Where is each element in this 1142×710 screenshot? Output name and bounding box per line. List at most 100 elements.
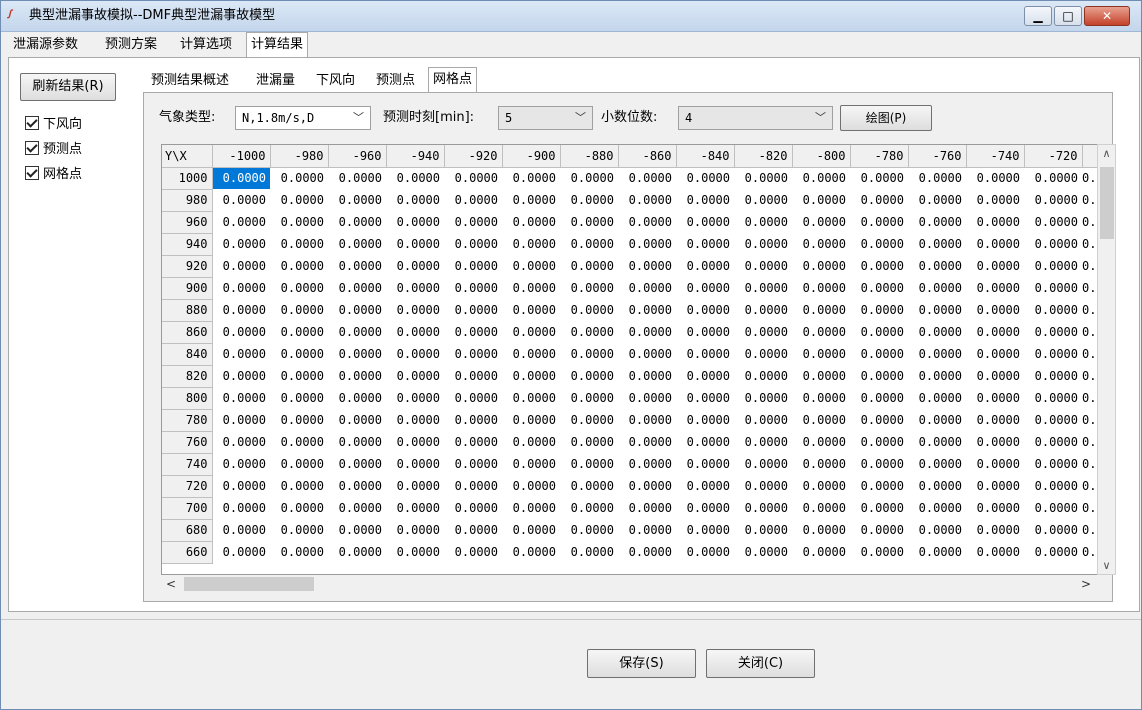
grid-cell[interactable]: 0.0000 bbox=[676, 431, 734, 453]
grid-cell[interactable]: 0.0000 bbox=[502, 475, 560, 497]
grid-cell[interactable]: 0.0000 bbox=[908, 233, 966, 255]
tab-prediction-plan[interactable]: 预测方案 bbox=[101, 35, 161, 57]
maximize-button[interactable]: □ bbox=[1054, 6, 1082, 26]
grid-cell[interactable]: 0.0000 bbox=[560, 409, 618, 431]
grid-cell[interactable]: 0.0000 bbox=[1024, 453, 1082, 475]
grid-cell[interactable]: 0.0000 bbox=[734, 321, 792, 343]
grid-cell[interactable]: 0.0000 bbox=[908, 541, 966, 563]
grid-cell[interactable]: 0.0000 bbox=[792, 233, 850, 255]
grid-cell[interactable]: 0.0000 bbox=[328, 343, 386, 365]
grid-cell[interactable]: 0.0000 bbox=[792, 431, 850, 453]
grid-cell[interactable]: 0.0000 bbox=[618, 409, 676, 431]
grid-cell[interactable]: 0.0000 bbox=[850, 211, 908, 233]
grid-cell[interactable]: 0.0000 bbox=[328, 453, 386, 475]
grid-cell[interactable]: 0.0000 bbox=[966, 519, 1024, 541]
subtab-leak-amount[interactable]: 泄漏量 bbox=[252, 70, 299, 92]
grid-cell[interactable]: 0.0000 bbox=[212, 475, 270, 497]
save-button[interactable]: 保存(S) bbox=[587, 649, 696, 678]
grid-cell[interactable]: 0.0000 bbox=[1024, 321, 1082, 343]
grid-cell[interactable]: 0.0000 bbox=[270, 233, 328, 255]
scroll-down-icon[interactable]: ∨ bbox=[1098, 559, 1115, 572]
grid-cell[interactable]: 0.0000 bbox=[676, 233, 734, 255]
grid-cell[interactable]: 0.0000 bbox=[1024, 387, 1082, 409]
grid-cell[interactable]: 0.0000 bbox=[734, 497, 792, 519]
grid-cell[interactable]: 0.0000 bbox=[908, 453, 966, 475]
grid-cell[interactable]: 0.0000 bbox=[966, 497, 1024, 519]
grid-cell[interactable]: 0.0000 bbox=[270, 321, 328, 343]
weather-type-select[interactable]: N,1.8m/s,D ﹀ bbox=[235, 106, 371, 130]
subtab-summary[interactable]: 预测结果概述 bbox=[147, 70, 233, 92]
grid-cell[interactable]: 0.0000 bbox=[850, 541, 908, 563]
grid-cell[interactable]: 0.0000 bbox=[212, 211, 270, 233]
grid-cell[interactable]: 0.0000 bbox=[560, 431, 618, 453]
grid-cell[interactable]: 0.0000 bbox=[850, 321, 908, 343]
grid-cell[interactable]: 0.0000 bbox=[560, 299, 618, 321]
grid-cell[interactable]: 0.0000 bbox=[908, 167, 966, 189]
column-header[interactable]: -880 bbox=[560, 145, 619, 168]
grid-cell[interactable]: 0.0000 bbox=[502, 299, 560, 321]
grid-cell[interactable]: 0.0000 bbox=[676, 255, 734, 277]
grid-cell[interactable]: 0.0000 bbox=[386, 365, 444, 387]
grid-cell[interactable]: 0.0000 bbox=[908, 409, 966, 431]
grid-cell[interactable]: 0.0000 bbox=[734, 365, 792, 387]
grid-cell[interactable]: 0.0000 bbox=[850, 453, 908, 475]
grid-cell[interactable]: 0.0000 bbox=[560, 475, 618, 497]
grid-cell[interactable]: 0.0000 bbox=[1024, 497, 1082, 519]
grid-cell[interactable]: 0.0000 bbox=[966, 343, 1024, 365]
column-header[interactable]: -720 bbox=[1024, 145, 1083, 168]
grid-cell[interactable]: 0.0000 bbox=[502, 255, 560, 277]
grid-cell[interactable]: 0.0000 bbox=[618, 277, 676, 299]
grid-cell[interactable]: 0.0000 bbox=[212, 255, 270, 277]
grid-cell[interactable]: 0.0000 bbox=[444, 167, 502, 189]
grid-points-table[interactable]: Y\X -1000 -980 -960 -940 -920 -900 -880 -860 -840… bbox=[161, 144, 1098, 575]
grid-cell[interactable]: 0. bbox=[1082, 453, 1097, 475]
grid-cell[interactable]: 0.0000 bbox=[734, 453, 792, 475]
grid-cell[interactable]: 0.0000 bbox=[386, 299, 444, 321]
grid-cell[interactable]: 0.0000 bbox=[792, 343, 850, 365]
grid-cell[interactable]: 0.0000 bbox=[676, 189, 734, 211]
grid-cell[interactable]: 0.0000 bbox=[676, 167, 734, 189]
grid-cell[interactable]: 0.0000 bbox=[850, 299, 908, 321]
grid-cell[interactable]: 0.0000 bbox=[618, 387, 676, 409]
grid-cell[interactable]: 0.0000 bbox=[444, 453, 502, 475]
grid-cell[interactable]: 0.0000 bbox=[328, 211, 386, 233]
grid-cell[interactable]: 0.0000 bbox=[676, 299, 734, 321]
grid-cell[interactable]: 0.0000 bbox=[560, 343, 618, 365]
grid-cell[interactable]: 0.0000 bbox=[792, 189, 850, 211]
column-header[interactable]: -860 bbox=[618, 145, 677, 168]
grid-cell[interactable]: 0.0000 bbox=[502, 167, 560, 189]
grid-cell[interactable]: 0.0000 bbox=[850, 475, 908, 497]
grid-cell[interactable]: 0.0000 bbox=[850, 255, 908, 277]
grid-cell[interactable]: 0.0000 bbox=[328, 497, 386, 519]
grid-cell[interactable]: 0.0000 bbox=[270, 211, 328, 233]
checkbox-prediction-points[interactable]: 预测点 bbox=[25, 140, 82, 160]
grid-cell[interactable]: 0.0000 bbox=[328, 365, 386, 387]
row-header[interactable]: 740 bbox=[162, 453, 213, 476]
grid-cell[interactable]: 0.0000 bbox=[212, 541, 270, 563]
grid-cell[interactable]: 0.0000 bbox=[444, 343, 502, 365]
grid-cell[interactable]: 0.0000 bbox=[618, 453, 676, 475]
row-header[interactable]: 980 bbox=[162, 189, 213, 212]
grid-cell[interactable]: 0.0000 bbox=[850, 519, 908, 541]
grid-cell[interactable]: 0.0000 bbox=[212, 497, 270, 519]
grid-cell[interactable]: 0.0000 bbox=[270, 541, 328, 563]
grid-cell[interactable]: 0.0000 bbox=[560, 321, 618, 343]
row-header[interactable]: 860 bbox=[162, 321, 213, 344]
grid-cell[interactable]: 0.0000 bbox=[966, 211, 1024, 233]
grid-cell[interactable]: 0.0000 bbox=[328, 321, 386, 343]
grid-cell[interactable]: 0.0000 bbox=[908, 387, 966, 409]
grid-cell[interactable]: 0.0000 bbox=[792, 541, 850, 563]
grid-cell[interactable]: 0.0000 bbox=[1024, 365, 1082, 387]
column-header[interactable]: -920 bbox=[444, 145, 503, 168]
grid-cell[interactable]: 0.0000 bbox=[328, 189, 386, 211]
grid-cell[interactable]: 0.0000 bbox=[270, 189, 328, 211]
grid-cell[interactable]: 0. bbox=[1082, 233, 1097, 255]
grid-cell[interactable]: 0.0000 bbox=[270, 167, 328, 189]
grid-cell[interactable]: 0.0000 bbox=[502, 343, 560, 365]
grid-cell[interactable]: 0. bbox=[1082, 299, 1097, 321]
grid-cell[interactable]: 0.0000 bbox=[618, 365, 676, 387]
decimals-select[interactable]: 4 ﹀ bbox=[678, 106, 833, 130]
grid-cell[interactable]: 0.0000 bbox=[444, 189, 502, 211]
grid-cell[interactable]: 0.0000 bbox=[850, 365, 908, 387]
grid-cell[interactable]: 0.0000 bbox=[850, 431, 908, 453]
